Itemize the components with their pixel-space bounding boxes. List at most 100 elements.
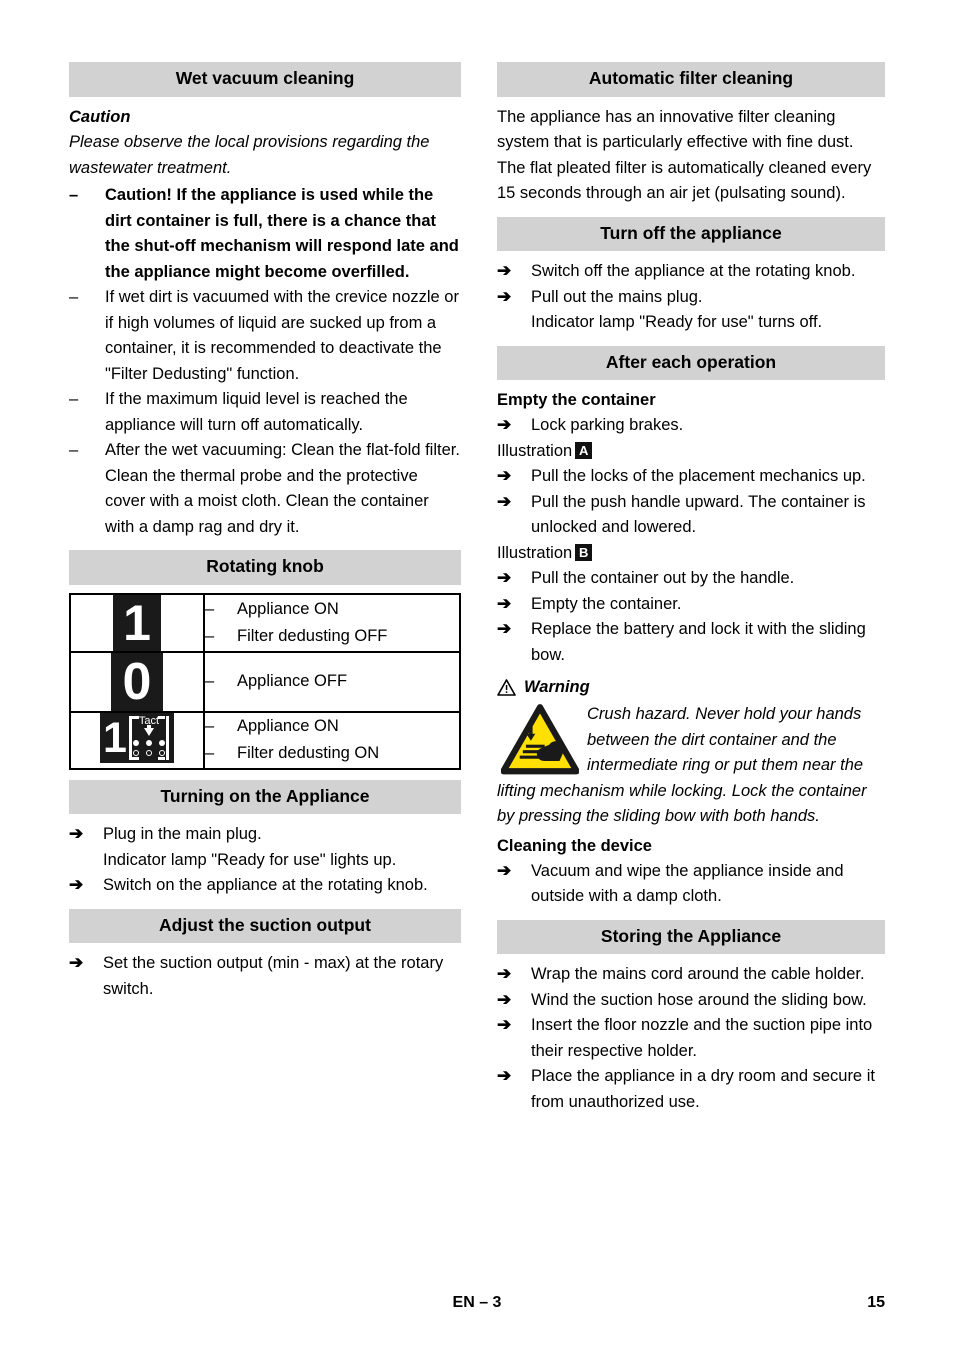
arrow-bullet-icon: ➔ [69, 875, 84, 894]
tact-digit: 1 [103, 713, 127, 762]
list-item-text: Appliance ON [237, 717, 339, 735]
suction-output-steps: ➔ Set the suction output (min - max) at … [69, 951, 461, 1002]
arrow-bullet-icon: ➔ [69, 953, 84, 972]
knob-position-1-tact-icon: 1 Tact [100, 712, 174, 763]
list-item-text: Wind the suction hose around the sliding… [531, 990, 867, 1009]
arrow-bullet-icon: ➔ [497, 1015, 512, 1034]
list-item: – Caution! If the appliance is used whil… [69, 183, 461, 285]
sub-heading-cleaning-the-device: Cleaning the device [497, 836, 652, 855]
arrow-bullet-icon: ➔ [497, 1066, 512, 1085]
tact-filled-dots-icon [133, 739, 165, 746]
illustration-a-label: Illustration [497, 441, 573, 460]
sub-heading-empty-the-container: Empty the container [497, 391, 656, 409]
list-item: ➔ Insert the floor nozzle and the suctio… [497, 1013, 885, 1064]
tact-open-circles-icon [133, 749, 165, 756]
dash-bullet-icon: – [205, 626, 215, 645]
table-row: 1 – Appliance ON – Filter dedusting OFF [69, 592, 461, 653]
wet-vacuum-list: – Caution! If the appliance is used whil… [69, 183, 461, 540]
list-item: – If the maximum liquid level is reached… [69, 387, 461, 438]
knob-position-1-tact-cell: 1 Tact [69, 710, 205, 770]
list-item-text: Empty the container. [531, 594, 682, 613]
list-item: ➔ Place the appliance in a dry room and … [497, 1064, 885, 1115]
list-item: ➔ Wind the suction hose around the slidi… [497, 988, 885, 1014]
list-item: – Filter dedusting OFF [205, 623, 459, 650]
dash-bullet-icon: – [205, 744, 215, 762]
list-item: – If wet dirt is vacuumed with the crevi… [69, 285, 461, 387]
knob-position-1-cell: 1 [69, 592, 205, 653]
empty-container-steps-a: ➔ Pull the locks of the placement mechan… [497, 464, 885, 541]
caution-text: Please observe the local provisions rega… [69, 133, 430, 177]
list-item-text: Place the appliance in a dry room and se… [531, 1067, 875, 1111]
arrow-bullet-icon: ➔ [497, 261, 512, 280]
right-column: Automatic filter cleaning The appliance … [497, 62, 885, 1115]
dash-bullet-icon: – [69, 441, 79, 459]
list-item-text: Pull the container out by the handle. [531, 569, 795, 587]
list-item-text: Lock parking brakes. [531, 416, 684, 434]
caution-label: Caution [69, 107, 131, 126]
section-header-adjust-the-suction-output: Adjust the suction output [69, 908, 461, 943]
illustration-a-badge-icon: A [575, 441, 593, 459]
list-item-text: Set the suction output (min - max) at th… [103, 954, 444, 998]
section-header-after-each-operation: After each operation [497, 345, 885, 380]
warning-heading: Warning [497, 674, 885, 700]
warning-block: Crush hazard. Never hold your hands betw… [497, 702, 885, 830]
list-item: ➔ Replace the battery and lock it with t… [497, 617, 885, 668]
footer-page-number: 15 [867, 1294, 885, 1311]
list-item: ➔ Pull out the mains plug. Indicator lam… [497, 285, 885, 336]
knob-position-1-description: – Appliance ON – Filter dedusting OFF [203, 592, 461, 653]
list-item: – Appliance OFF [205, 668, 459, 695]
dash-bullet-icon: – [69, 186, 79, 204]
list-item-text: Filter dedusting ON [237, 744, 380, 762]
warning-triangle-outline-icon [497, 678, 516, 696]
section-header-automatic-filter-cleaning: Automatic filter cleaning [497, 62, 885, 97]
list-item-subline: Indicator lamp "Ready for use" turns off… [531, 313, 823, 331]
list-item: ➔ Pull the container out by the handle. [497, 566, 885, 592]
list-item-text: Plug in the main plug. [103, 825, 262, 843]
list-item-text: Pull out the mains plug. [531, 287, 703, 306]
list-item-text: Caution! If the appliance is used while … [105, 186, 459, 281]
list-item-text: Switch on the appliance at the rotating … [103, 876, 428, 894]
list-item-text: Appliance OFF [237, 672, 348, 690]
arrow-bullet-icon: ➔ [69, 824, 84, 843]
list-item-text: After the wet vacuuming: Clean the flat-… [105, 441, 460, 536]
section-header-wet-vacuum-cleaning: Wet vacuum cleaning [69, 62, 461, 97]
arrow-bullet-icon: ➔ [497, 568, 512, 587]
storing-steps: ➔ Wrap the mains cord around the cable h… [497, 962, 885, 1115]
footer-language-page: EN – 3 [452, 1294, 502, 1311]
list-item: ➔ Wrap the mains cord around the cable h… [497, 962, 885, 988]
table-row: 0 – Appliance OFF [69, 650, 461, 713]
arrow-bullet-icon: ➔ [497, 415, 512, 434]
turning-on-steps: ➔ Plug in the main plug. Indicator lamp … [69, 822, 461, 899]
list-item: – Appliance ON [205, 596, 459, 623]
empty-container-steps-b: ➔ Pull the container out by the handle. … [497, 566, 885, 668]
list-item: ➔ Switch off the appliance at the rotati… [497, 259, 885, 285]
illustration-b-badge-icon: B [575, 543, 593, 561]
list-item: ➔ Switch on the appliance at the rotatin… [69, 873, 461, 899]
knob-position-0-cell: 0 [69, 650, 205, 713]
turn-off-steps: ➔ Switch off the appliance at the rotati… [497, 259, 885, 336]
two-column-layout: Wet vacuum cleaning Caution Please obser… [69, 62, 885, 1115]
tact-down-arrow-icon [144, 727, 154, 736]
list-item-text: Vacuum and wipe the appliance inside and… [531, 861, 844, 906]
knob-position-1-icon: 1 [113, 594, 161, 651]
knob-position-1-tact-description: – Appliance ON – Filter dedusting ON [203, 710, 461, 770]
arrow-bullet-icon: ➔ [497, 593, 512, 613]
section-header-turning-on-the-appliance: Turning on the Appliance [69, 779, 461, 814]
automatic-filter-cleaning-text: The appliance has an innovative filter c… [497, 107, 872, 203]
list-item: – Filter dedusting ON [205, 740, 459, 767]
empty-container-step-0: ➔ Lock parking brakes. [497, 413, 885, 439]
list-item: ➔ Pull the push handle upward. The conta… [497, 490, 885, 541]
warning-label: Warning [524, 678, 590, 696]
dash-bullet-icon: – [205, 599, 215, 618]
list-item: ➔ Set the suction output (min - max) at … [69, 951, 461, 1002]
list-item-text: If wet dirt is vacuumed with the crevice… [105, 288, 459, 383]
illustration-b-reference: Illustration B [497, 541, 885, 567]
list-item: ➔ Pull the locks of the placement mechan… [497, 464, 885, 490]
dash-bullet-icon: – [205, 672, 215, 690]
list-item: – After the wet vacuuming: Clean the fla… [69, 438, 461, 540]
list-item-text: Pull the locks of the placement mechanic… [531, 467, 866, 485]
section-header-storing-the-appliance: Storing the Appliance [497, 919, 885, 954]
knob-position-0-icon: 0 [111, 652, 163, 711]
arrow-bullet-icon: ➔ [497, 491, 512, 511]
illustration-b-label: Illustration [497, 543, 573, 562]
